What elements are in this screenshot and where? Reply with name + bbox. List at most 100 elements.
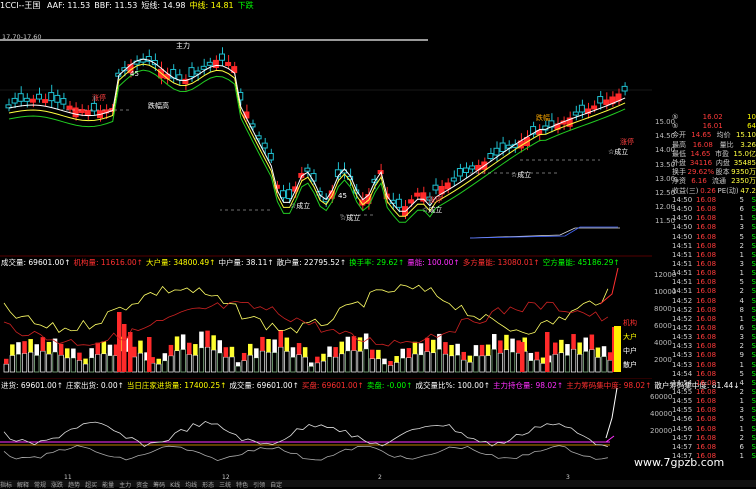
indicator-tab[interactable]: 解释 [17, 482, 29, 489]
trade-price: 16.08 [696, 351, 717, 360]
volume-bar-top [241, 352, 247, 361]
volume-bar [534, 359, 540, 373]
candle [42, 99, 49, 104]
indicator-tab-bar[interactable]: 指标 解释 常规 涨跌 趋势 超买 能量 主力 资金 筹码 K线 均线 形态 三统 特色 引领 自定 [0, 480, 756, 489]
indicator-tab[interactable]: 引领 [253, 482, 265, 489]
candle [487, 153, 494, 159]
trade-price: 16.08 [696, 305, 717, 314]
trade-time: 14:56 [672, 415, 693, 424]
candle [72, 107, 79, 118]
volume-bar [168, 355, 174, 373]
trade-time: 14:52 [672, 323, 693, 332]
trade-price: 16.08 [696, 223, 717, 232]
volume-bar-top [601, 346, 607, 357]
trade-time: 14:51 [672, 250, 693, 259]
volume-bar [503, 349, 510, 373]
volume-bar [70, 357, 76, 373]
indicator-tab[interactable]: 资金 [136, 482, 148, 489]
sell-level-volume: 10 [747, 113, 756, 121]
volume-bar-top [193, 344, 198, 356]
quote-row: 今开 14.65 均价 15.10 [672, 131, 756, 140]
volume-bar-top [40, 337, 46, 352]
volume-bar-top [46, 341, 52, 354]
chip-indicator-chart[interactable] [0, 378, 652, 474]
volume-indicator-chart[interactable] [0, 254, 652, 376]
volume-bar [357, 350, 363, 373]
sell-level-row: ⑤ 16.02 10 [672, 113, 756, 122]
volume-bar [302, 356, 308, 373]
volume-bar-top [418, 343, 424, 355]
volume-bar [448, 355, 455, 373]
trade-time: 14:53 [672, 333, 693, 342]
trade-price: 16.08 [696, 269, 717, 278]
chart-annotation: ☆成立 [608, 147, 628, 156]
trade-row: 14:54 16.08 4 S [672, 379, 756, 388]
candle [60, 98, 67, 105]
volume-bar [442, 353, 449, 373]
volume-tier-label: 大户 [623, 333, 637, 341]
chart-annotation: ☆成立 [340, 213, 360, 222]
trade-row: 14:50 16.08 5 S [672, 233, 756, 242]
indicator-tab[interactable]: 趋势 [68, 482, 80, 489]
indicator-tab[interactable]: 均线 [185, 482, 197, 489]
indicator-tab[interactable]: 常规 [34, 482, 46, 489]
volume-bar [387, 365, 394, 373]
volume-bar [375, 358, 381, 373]
volume-bar [400, 357, 406, 373]
chart-annotation: 涨停 [428, 195, 442, 204]
trade-time: 14:55 [672, 387, 693, 396]
volume-bar [40, 350, 46, 373]
volume-bar [3, 363, 9, 373]
chart-annotation: 主力 [176, 41, 190, 50]
volume-bar-top [479, 344, 485, 356]
trade-side: S [751, 269, 756, 278]
trade-side: S [751, 406, 756, 415]
trade-time: 14:54 [672, 378, 693, 387]
volume-bar-top [412, 341, 418, 354]
volume-bar-top [333, 347, 338, 358]
quote-label: 市盈 [714, 149, 729, 158]
chart-annotation: ☆成立 [422, 205, 442, 214]
volume-bar-top [406, 348, 412, 358]
indicator-tab[interactable]: 特色 [236, 482, 248, 489]
volume-tick: 8000 [654, 305, 672, 313]
trade-price: 16.08 [696, 342, 717, 351]
turnover-line [3, 284, 609, 335]
indicator-tab[interactable]: 筹码 [153, 482, 165, 489]
candle [206, 61, 213, 66]
volume-bar-top [89, 348, 94, 358]
trade-price: 16.08 [696, 406, 717, 415]
indicator-tab[interactable]: 涨跌 [51, 482, 63, 489]
volume-bar-top [382, 358, 387, 364]
trade-price: 16.08 [696, 397, 717, 406]
trade-price: 16.08 [696, 415, 717, 424]
trade-row: 14:53 16.08 1 S [672, 361, 756, 370]
trade-detail-list[interactable]: 14:50 16.08 5 S 14:50 16.08 6 S 14:50 16.08 1 S 14:5… [672, 196, 756, 461]
candlestick-chart[interactable]: 主力45涨停跌幅高45☆成立 ☆成立☆成立☆成立☆成立涨停涨停跌幅 [0, 10, 652, 250]
chart-annotation: ☆成立 [511, 170, 531, 179]
quote-value: 16.08 [692, 140, 713, 149]
volume-bar [351, 350, 357, 373]
trade-side: S [751, 424, 756, 433]
candle [29, 98, 36, 103]
indicator-tab[interactable]: 三统 [219, 482, 231, 489]
trade-time: 14:52 [672, 305, 693, 314]
trade-time: 14:56 [672, 424, 693, 433]
trade-row: 14:57 16.08 6 S [672, 443, 756, 452]
indicator-tab[interactable]: 主力 [119, 482, 131, 489]
quote-value: 2350万 [731, 177, 756, 186]
indicator-tab[interactable]: K线 [170, 482, 180, 489]
volume-tier-label: 机构 [623, 319, 637, 327]
indicator-tab[interactable]: 超买 [85, 482, 97, 489]
price-range-label: 17.70-17.60 [2, 33, 42, 41]
indicator-tab[interactable]: 自定 [270, 482, 282, 489]
trade-volume: 3 [739, 259, 744, 268]
trade-row: 14:53 16.08 9 S [672, 351, 756, 360]
volume-bar-top [4, 358, 9, 365]
volume-bar [290, 356, 296, 373]
indicator-tab[interactable]: 形态 [202, 482, 214, 489]
quote-value: 3.26 [740, 140, 756, 149]
indicator-tab[interactable]: 指标 [0, 482, 12, 489]
volume-bar-peak [122, 324, 127, 372]
indicator-tab[interactable]: 能量 [102, 482, 114, 489]
